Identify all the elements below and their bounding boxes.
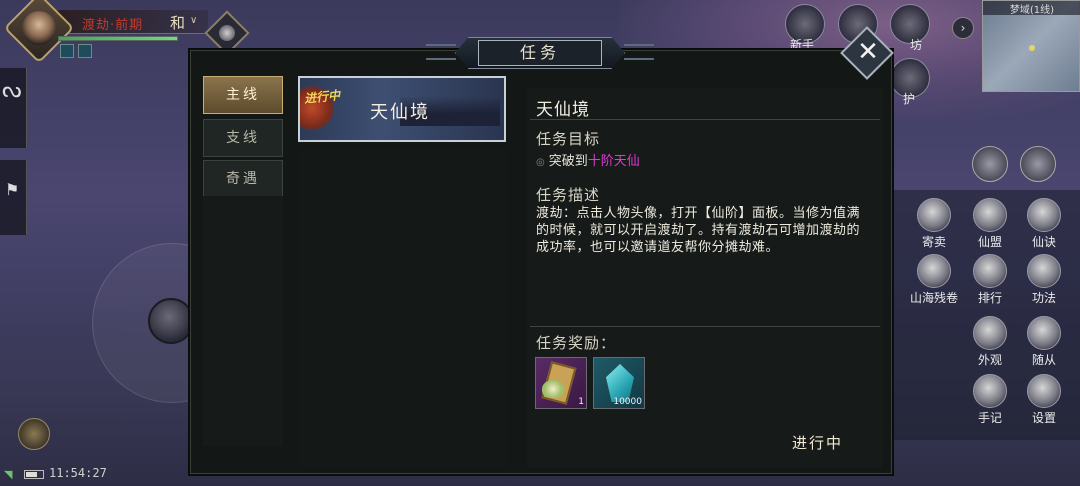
player-realm-text: 渡劫·前期 bbox=[82, 18, 144, 33]
buff-icon[interactable] bbox=[60, 44, 74, 58]
quest-card[interactable]: 进行中 天仙境 bbox=[298, 76, 506, 142]
menu-map-scroll[interactable]: 山海残卷 bbox=[906, 254, 962, 310]
quest-list bbox=[298, 148, 506, 468]
menu-label: 仙盟 bbox=[977, 235, 1002, 249]
reward-item[interactable]: 1 bbox=[535, 357, 587, 409]
menu-follower[interactable]: 随从 bbox=[1016, 316, 1072, 372]
close-icon[interactable]: ✕ bbox=[855, 35, 881, 69]
menu-alliance[interactable]: 仙盟 bbox=[962, 198, 1018, 254]
tab-column-bg bbox=[203, 196, 283, 446]
menu-label: 功法 bbox=[1031, 291, 1056, 305]
menu-label: 随从 bbox=[1031, 353, 1056, 367]
ranking-icon bbox=[973, 254, 1007, 288]
bag-icon[interactable] bbox=[972, 146, 1008, 182]
guard-label: 护 bbox=[903, 92, 916, 106]
mode-toggle-button[interactable] bbox=[204, 10, 250, 56]
reward-quantity: 1 bbox=[578, 397, 584, 407]
menu-label: 排行 bbox=[977, 291, 1002, 305]
reward-heading: 任务奖励： bbox=[536, 334, 617, 352]
window-title: 任务 bbox=[478, 40, 602, 66]
menu-label: 设置 bbox=[1031, 411, 1056, 425]
player-extra-text: 和 bbox=[170, 14, 186, 32]
menu-appearance[interactable]: 外观 bbox=[962, 316, 1018, 372]
divider bbox=[530, 119, 880, 120]
menu-label: 寄卖 bbox=[921, 235, 946, 249]
menu-technique[interactable]: 功法 bbox=[1016, 254, 1072, 310]
technique-icon bbox=[1027, 254, 1061, 288]
objective-target: 十阶天仙 bbox=[587, 154, 640, 169]
lotus-icon bbox=[542, 380, 564, 398]
map-scroll-icon bbox=[917, 254, 951, 288]
objective-row: ◎ 突破到十阶天仙 bbox=[536, 150, 640, 169]
notes-icon bbox=[973, 374, 1007, 408]
reward-quantity: 10000 bbox=[613, 397, 642, 407]
menu-consign[interactable]: 寄卖 bbox=[906, 198, 962, 254]
menu-label: 外观 bbox=[977, 353, 1002, 367]
expand-arrow-icon[interactable]: › bbox=[952, 17, 974, 39]
objective-prefix: 突破到 bbox=[548, 154, 588, 169]
wifi-icon: ◥ bbox=[4, 468, 13, 481]
player-hp-bar bbox=[58, 36, 178, 41]
menu-ranking[interactable]: 排行 bbox=[962, 254, 1018, 310]
title-wing-right bbox=[624, 44, 654, 60]
clock-text: 11:54:27 bbox=[49, 466, 107, 480]
menu-settings[interactable]: 设置 bbox=[1016, 374, 1072, 430]
quest-detail-title: 天仙境 bbox=[536, 100, 590, 120]
menu-notes[interactable]: 手记 bbox=[962, 374, 1018, 430]
avatar-portrait bbox=[22, 11, 56, 45]
title-wing-left bbox=[426, 44, 456, 60]
gear-icon bbox=[1027, 374, 1061, 408]
reward-item[interactable]: 10000 bbox=[593, 357, 645, 409]
scroll-icon: ᔓ bbox=[2, 78, 22, 103]
buff-icon[interactable] bbox=[78, 44, 92, 58]
tab-main-quest[interactable]: 主线 bbox=[203, 76, 283, 114]
menu-label: 手记 bbox=[977, 411, 1002, 425]
refresh-icon[interactable] bbox=[1020, 146, 1056, 182]
alliance-icon bbox=[973, 198, 1007, 232]
menu-label: 仙诀 bbox=[1031, 235, 1056, 249]
quest-description: 渡劫：点击人物头像，打开【仙阶】面板。当修为值满的时候，就可以开启渡劫了。持有渡… bbox=[536, 206, 861, 255]
minimap-title: 梦域(1线) bbox=[983, 1, 1080, 16]
menu-label: 山海残卷 bbox=[909, 291, 958, 305]
flag-icon: ⚑ bbox=[5, 180, 20, 199]
menu-skill[interactable]: 仙诀 bbox=[1016, 198, 1072, 254]
player-marker-icon bbox=[1029, 45, 1035, 51]
chevron-down-icon[interactable]: ∨ bbox=[190, 15, 197, 26]
mode-icon bbox=[219, 25, 235, 41]
helmet-icon[interactable] bbox=[18, 418, 50, 450]
hp-bar-fill bbox=[59, 37, 177, 40]
battery-icon bbox=[24, 470, 44, 479]
consign-icon bbox=[917, 198, 951, 232]
objective-heading: 任务目标 bbox=[536, 130, 601, 148]
minimap[interactable]: 梦域(1线) bbox=[982, 0, 1080, 92]
bullet-icon: ◎ bbox=[536, 157, 545, 168]
quest-status-badge: 进行中 bbox=[303, 88, 341, 106]
quest-status-text: 进行中 bbox=[792, 434, 844, 452]
market-label: 坊 bbox=[910, 38, 923, 52]
tab-side-quest[interactable]: 支线 bbox=[203, 119, 283, 157]
skill-scroll-icon bbox=[1027, 198, 1061, 232]
follower-icon bbox=[1027, 316, 1061, 350]
description-heading: 任务描述 bbox=[536, 186, 601, 204]
appearance-icon bbox=[973, 316, 1007, 350]
tab-encounter[interactable]: 奇遇 bbox=[203, 160, 283, 198]
divider bbox=[530, 326, 880, 327]
joystick-knob[interactable] bbox=[148, 298, 194, 344]
quest-card-title: 天仙境 bbox=[370, 102, 430, 123]
